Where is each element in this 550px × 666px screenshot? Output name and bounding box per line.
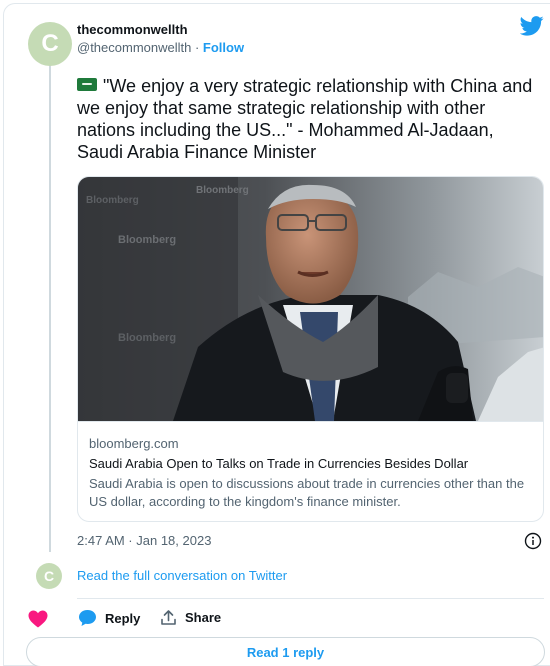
tweet-timestamp[interactable]: 2:47 AM · Jan 18, 2023 [77, 533, 211, 548]
share-button[interactable]: Share [160, 609, 221, 626]
reply-button[interactable]: Reply [78, 609, 140, 627]
read-full-conversation-link[interactable]: Read the full conversation on Twitter [77, 568, 287, 583]
twitter-bird-icon[interactable] [520, 16, 544, 36]
follow-link[interactable]: Follow [203, 40, 244, 55]
divider [77, 598, 544, 599]
author-handle[interactable]: @thecommonwellth [77, 40, 191, 55]
link-preview-text: bloomberg.com Saudi Arabia Open to Talks… [78, 421, 543, 521]
saudi-flag-icon [77, 78, 97, 91]
link-domain: bloomberg.com [89, 436, 179, 451]
reply-label: Reply [105, 610, 141, 626]
tweet-text: "We enjoy a very strategic relationship … [77, 76, 533, 162]
article-photo: Bloomberg Bloomberg Bloomberg Bloomberg [78, 177, 543, 421]
author-avatar[interactable]: C [28, 22, 72, 66]
heart-icon[interactable] [28, 610, 48, 628]
avatar-letter: C [43, 568, 55, 584]
backdrop-brand-text: Bloomberg [118, 332, 176, 344]
read-replies-button[interactable]: Read 1 reply [26, 637, 545, 666]
backdrop-brand-text: Bloomberg [118, 234, 176, 246]
link-preview-card[interactable]: Bloomberg Bloomberg Bloomberg Bloomberg … [77, 176, 544, 522]
backdrop-brand-text: Bloomberg [196, 185, 249, 196]
handle-separator: · [191, 40, 203, 55]
backdrop-brand-text: Bloomberg [86, 195, 139, 206]
tweet-text-block: "We enjoy a very strategic relationship … [77, 75, 537, 163]
author-handle-row: @thecommonwellth · Follow [77, 40, 244, 55]
conversation-avatar: C [36, 563, 62, 589]
thread-line [49, 64, 51, 552]
author-name[interactable]: thecommonwellth [77, 22, 188, 37]
avatar-letter: C [41, 30, 59, 57]
share-label: Share [185, 610, 222, 625]
reply-bubble-icon [79, 610, 96, 626]
link-title[interactable]: Saudi Arabia Open to Talks on Trade in C… [89, 455, 534, 472]
share-icon [161, 610, 176, 625]
link-description: Saudi Arabia is open to discussions abou… [89, 476, 525, 509]
info-icon[interactable] [524, 532, 542, 550]
